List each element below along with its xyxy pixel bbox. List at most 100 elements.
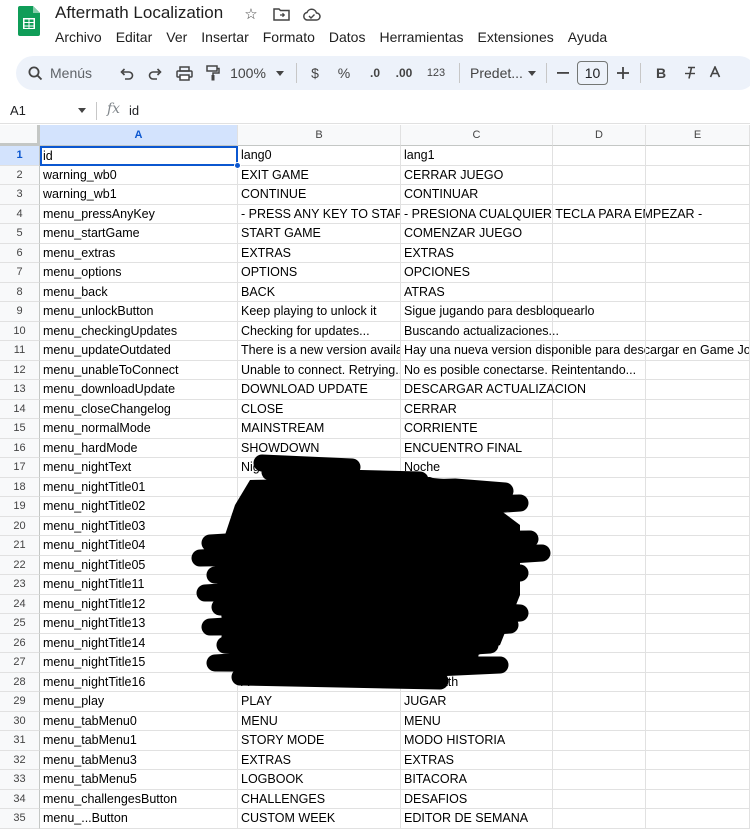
table-cell[interactable]: lang1	[401, 146, 553, 166]
table-cell[interactable]: menu_nightTitle01	[40, 477, 238, 497]
row-header[interactable]: 2	[0, 165, 40, 185]
menu-search[interactable]: Menús	[16, 60, 112, 86]
column-header-a[interactable]: A	[40, 125, 238, 146]
table-cell[interactable]	[646, 282, 750, 302]
table-cell[interactable]: EXIT GAME	[238, 165, 401, 185]
table-cell[interactable]: menu_...Button	[40, 809, 238, 829]
row-header[interactable]: 22	[0, 555, 40, 575]
paint-format-icon[interactable]	[199, 60, 226, 86]
table-cell[interactable]: DOWNLOAD UPDATE	[238, 380, 401, 400]
table-cell[interactable]: menu_nightTitle13	[40, 614, 238, 634]
table-cell[interactable]: BITACORA	[401, 770, 553, 790]
table-cell[interactable]	[553, 360, 646, 380]
table-cell[interactable]: EXTRAS	[238, 243, 401, 263]
row-header[interactable]: 11	[0, 341, 40, 361]
table-cell[interactable]: LOGBOOK	[238, 770, 401, 790]
table-cell[interactable]: menu_checkingUpdates	[40, 321, 238, 341]
table-cell[interactable]	[553, 672, 646, 692]
table-cell[interactable]: CERRAR	[401, 399, 553, 419]
table-cell[interactable]: CONTINUAR	[401, 185, 553, 205]
bold-button[interactable]: B	[647, 60, 675, 86]
table-cell[interactable]	[553, 282, 646, 302]
table-cell[interactable]: MENU	[401, 711, 553, 731]
table-cell[interactable]	[553, 614, 646, 634]
row-header[interactable]: 4	[0, 204, 40, 224]
row-header[interactable]: 13	[0, 380, 40, 400]
print-icon[interactable]	[170, 60, 199, 86]
table-cell[interactable]	[646, 614, 750, 634]
table-cell[interactable]: S	[238, 614, 401, 634]
table-cell[interactable]	[553, 380, 646, 400]
row-header[interactable]: 19	[0, 497, 40, 517]
row-header[interactable]: 25	[0, 614, 40, 634]
table-cell[interactable]	[553, 165, 646, 185]
increase-decimal-button[interactable]: .00	[389, 60, 419, 86]
table-cell[interactable]: START GAME	[238, 224, 401, 244]
table-cell[interactable]	[646, 165, 750, 185]
column-header-d[interactable]: D	[553, 125, 646, 146]
table-cell[interactable]	[646, 555, 750, 575]
row-header[interactable]: 9	[0, 302, 40, 322]
table-cell[interactable]: CONTINUE	[238, 185, 401, 205]
table-cell[interactable]: CORRIENTE	[401, 419, 553, 439]
table-cell[interactable]	[553, 224, 646, 244]
table-cell[interactable]	[553, 789, 646, 809]
cloud-status-icon[interactable]	[300, 4, 322, 24]
table-cell[interactable]	[553, 321, 646, 341]
table-cell[interactable]	[401, 594, 553, 614]
table-cell[interactable]: MAINSTREAM	[238, 419, 401, 439]
table-cell[interactable]: menu_nightTitle11	[40, 575, 238, 595]
table-cell[interactable]: menu_nightTitle15	[40, 653, 238, 673]
table-cell[interactable]: MENU	[238, 711, 401, 731]
row-header[interactable]: 30	[0, 711, 40, 731]
table-cell[interactable]: Sprin	[238, 497, 401, 517]
table-cell[interactable]	[553, 809, 646, 829]
table-cell[interactable]: Buscando actualizaciones...	[401, 321, 559, 341]
select-all-corner[interactable]	[0, 125, 40, 146]
table-cell[interactable]	[646, 770, 750, 790]
table-cell[interactable]: BACK	[238, 282, 401, 302]
table-cell[interactable]	[646, 731, 750, 751]
table-cell[interactable]	[646, 633, 750, 653]
table-cell[interactable]: menu_updateOutdated	[40, 341, 238, 361]
row-header[interactable]: 5	[0, 224, 40, 244]
table-cell[interactable]	[553, 711, 646, 731]
table-cell[interactable]: menu_nightTitle03	[40, 516, 238, 536]
table-cell[interactable]	[646, 536, 750, 556]
table-cell[interactable]	[646, 594, 750, 614]
table-cell[interactable]: No es posible conectarse. Reintentando..…	[401, 360, 636, 380]
table-cell[interactable]: menu_nightTitle16	[40, 672, 238, 692]
undo-icon[interactable]	[112, 60, 141, 86]
table-cell[interactable]	[553, 341, 646, 361]
table-cell[interactable]: COMENZAR JUEGO	[401, 224, 553, 244]
row-header[interactable]: 27	[0, 653, 40, 673]
menu-datos[interactable]: Datos	[322, 27, 373, 47]
row-header[interactable]: 20	[0, 516, 40, 536]
table-cell[interactable]: Keep playing to unlock it	[238, 302, 401, 322]
table-cell[interactable]	[401, 536, 553, 556]
menu-insertar[interactable]: Insertar	[194, 27, 255, 47]
table-cell[interactable]: menu_normalMode	[40, 419, 238, 439]
table-cell[interactable]	[646, 692, 750, 712]
table-cell[interactable]: OPTIONS	[238, 263, 401, 283]
table-cell[interactable]	[553, 185, 646, 205]
table-cell[interactable]: ATRAS	[401, 282, 553, 302]
table-cell[interactable]	[646, 243, 750, 263]
menu-extensiones[interactable]: Extensiones	[470, 27, 560, 47]
table-cell[interactable]	[646, 146, 750, 166]
table-cell[interactable]: menu_hardMode	[40, 438, 238, 458]
table-cell[interactable]: menu_startGame	[40, 224, 238, 244]
table-cell[interactable]: id	[40, 146, 238, 166]
table-cell[interactable]	[553, 263, 646, 283]
text-color-icon[interactable]	[705, 60, 725, 86]
table-cell[interactable]: menu_downloadUpdate	[40, 380, 238, 400]
name-box-chevron-down-icon[interactable]	[78, 108, 86, 113]
currency-format-button[interactable]: $	[303, 60, 327, 86]
table-cell[interactable]	[646, 477, 750, 497]
table-cell[interactable]: menu_unableToConnect	[40, 360, 238, 380]
table-cell[interactable]	[646, 341, 750, 361]
table-cell[interactable]	[553, 497, 646, 517]
row-header[interactable]: 8	[0, 282, 40, 302]
table-cell[interactable]	[646, 185, 750, 205]
table-cell[interactable]	[553, 438, 646, 458]
